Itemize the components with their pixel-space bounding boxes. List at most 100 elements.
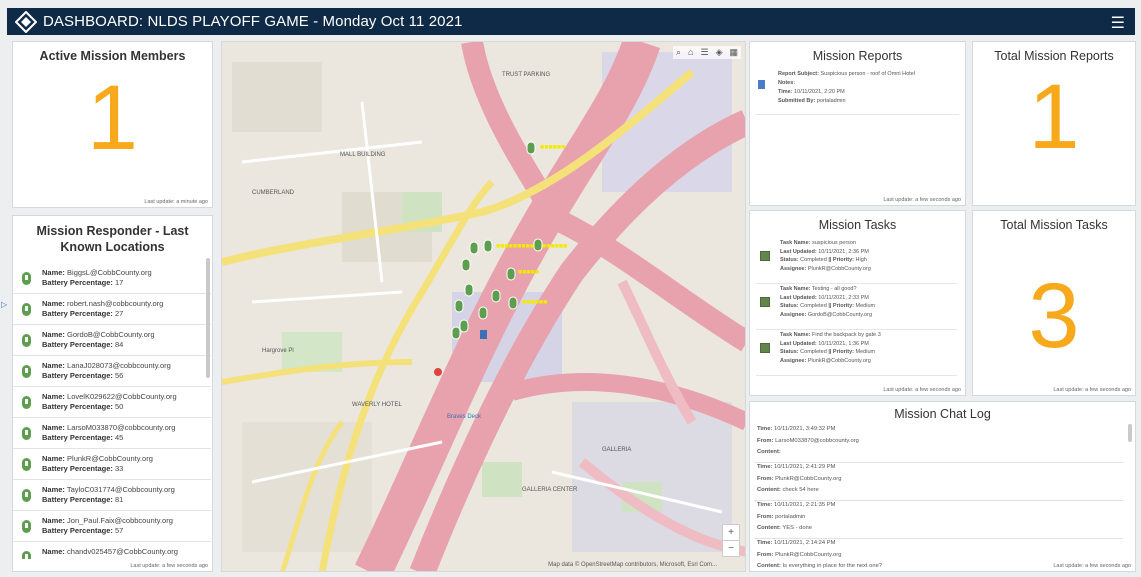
task-priority: Medium (855, 303, 876, 309)
task-updated: 10/11/2021, 2:36 PM (818, 248, 869, 255)
chat-content: Is everything in place for the next one? (782, 563, 883, 569)
battery-label: Battery Percentage: (42, 557, 113, 559)
task-item[interactable]: Task Name: Testing - all good? Last Updat… (756, 283, 957, 330)
list-item[interactable]: Name: Jon_Paul.Faix@cobbcounty.org Batter… (13, 511, 211, 542)
chat-message[interactable]: Time: 10/11/2021, 3:49:32 PM From: LarsoM… (754, 424, 1123, 463)
last-update-text: Last update: a few seconds ago (883, 387, 961, 393)
scrollbar[interactable] (206, 258, 210, 378)
last-update-text: Last update: a few seconds ago (1053, 387, 1131, 393)
task-name-label: Task Name: (780, 332, 811, 338)
chat-message[interactable]: Time: 10/11/2021, 2:21:35 PM From: portal… (754, 500, 1123, 539)
location-pin-icon (22, 550, 31, 559)
hamburger-menu-icon[interactable]: ☰ (1111, 13, 1125, 33)
last-update-text: Last update: a few seconds ago (1053, 563, 1131, 569)
battery-percentage: 84 (114, 340, 124, 349)
map-canvas[interactable]: ■■■■■■ ■■■■■■■■■ ■■■■■■ ■■■■■ ■■■■■■ (222, 42, 746, 572)
responder-name: BiggsL@CobbCounty.org (67, 268, 152, 277)
panel-title: Total Mission Reports (994, 49, 1114, 63)
task-assignee: PlunkR@CobbCounty.org (807, 357, 871, 364)
active-members-panel: Active Mission Members 1 Last update: a … (12, 41, 213, 208)
svg-text:■■■■■■■■■: ■■■■■■■■■ (496, 243, 534, 250)
chat-from-label: From: (757, 437, 774, 444)
map-label: MALL BUILDING (340, 152, 386, 158)
map-label: TRUST PARKING (502, 72, 551, 78)
location-pin-icon (22, 271, 31, 285)
list-item[interactable]: Name: LovelK029622@CobbCounty.org Battery… (13, 387, 211, 418)
task-updated-label: Last Updated: (780, 294, 817, 301)
location-pin-icon (22, 333, 31, 347)
list-item[interactable]: Name: BiggsL@CobbCounty.org Battery Perce… (13, 263, 211, 294)
svg-text:■■■■■■: ■■■■■■ (542, 243, 567, 250)
layers-icon[interactable]: ◈ (716, 47, 723, 58)
last-update-text: Last update: a few seconds ago (130, 563, 208, 569)
task-status: Completed (800, 257, 827, 263)
chat-time: 10/11/2021, 2:21:35 PM (773, 502, 836, 508)
responder-text: Name: LanaJ028073@cobbcounty.org Battery … (42, 361, 171, 381)
chat-content-label: Content: (757, 563, 781, 569)
task-assignee-label: Assignee: (780, 265, 807, 272)
list-item[interactable]: Name: chandv025457@CobbCounty.orgBattery… (13, 542, 211, 559)
responder-text: Name: BiggsL@CobbCounty.org Battery Perce… (42, 268, 152, 288)
battery-label: Battery Percentage: (42, 495, 113, 504)
battery-label: Battery Percentage: (42, 464, 113, 473)
name-label: Name: (42, 361, 65, 370)
home-icon[interactable]: ⌂ (688, 47, 693, 58)
chat-time-label: Time: (757, 426, 773, 432)
list-item[interactable]: Name: PlunkR@CobbCounty.org Battery Perce… (13, 449, 211, 480)
map-view[interactable]: ■■■■■■ ■■■■■■■■■ ■■■■■■ ■■■■■ ■■■■■■ CUM… (221, 41, 746, 572)
task-status-label: Status: (780, 303, 799, 309)
expand-arrow-icon[interactable]: ▷ (1, 300, 7, 309)
task-name: suspicious person (812, 240, 857, 246)
scrollbar[interactable] (1128, 424, 1132, 442)
report-item[interactable]: Report Subject: Suspicious person - roof… (756, 68, 959, 115)
task-item[interactable]: Task Name: suspicious person Last Updated… (756, 237, 957, 284)
panel-title: Mission Reports (812, 49, 903, 63)
zoom-out-button[interactable]: − (723, 541, 739, 556)
list-item[interactable]: Name: TayloC031774@Cobbcounty.org Battery… (13, 480, 211, 511)
task-name: Testing - all good? (811, 286, 857, 292)
task-updated-label: Last Updated: (780, 248, 817, 255)
list-item[interactable]: Name: LarsoM033870@cobbcounty.org Battery… (13, 418, 211, 449)
location-pin-icon (22, 302, 31, 316)
map-label: CUMBERLAND (252, 190, 295, 196)
list-item[interactable]: Name: LanaJ028073@cobbcounty.org Battery … (13, 356, 211, 387)
task-priority-label: || Priority: (828, 349, 855, 355)
list-item[interactable]: Name: robert.nash@cobbcounty.org Battery … (13, 294, 211, 325)
chat-time-label: Time: (757, 464, 773, 470)
svg-text:■■■■■: ■■■■■ (518, 269, 539, 276)
location-pin-icon (22, 395, 31, 409)
svg-text:■■■■■■: ■■■■■■ (540, 144, 565, 151)
battery-percentage: 33 (114, 464, 124, 473)
document-icon (758, 80, 765, 89)
task-icon (760, 297, 770, 307)
map-label: Hargrove Pl (262, 348, 294, 354)
dashboard-logo-icon (15, 10, 37, 33)
responder-list[interactable]: Name: BiggsL@CobbCounty.org Battery Perce… (13, 263, 211, 559)
task-item[interactable]: Task Name: Find the backpack by gate 3 La… (756, 329, 957, 376)
basemap-icon[interactable]: ▦ (729, 47, 738, 58)
total-tasks-panel: Total Mission Tasks 3 Last update: a few… (972, 210, 1136, 396)
search-icon[interactable]: ⌕ (676, 47, 681, 58)
name-label: Name: (42, 268, 65, 277)
responders-panel: Mission Responder - Last Known Locations… (12, 215, 213, 572)
location-pin-icon (22, 457, 31, 471)
chat-content-label: Content: (757, 487, 781, 493)
chat-from-label: From: (757, 551, 774, 558)
list-icon[interactable]: ☰ (700, 47, 708, 58)
total-reports-count: 1 (1028, 66, 1080, 168)
list-item[interactable]: Name: GordoB@CobbCounty.org Battery Perce… (13, 325, 211, 356)
chat-message[interactable]: Time: 10/11/2021, 2:41:29 PM From: PlunkR… (754, 462, 1123, 501)
task-priority-label: || Priority: (828, 303, 855, 309)
battery-percentage: 50 (114, 402, 124, 411)
chat-time-label: Time: (757, 540, 773, 546)
task-assignee: PlunkR@CobbCounty.org (807, 265, 871, 272)
dashboard-header: DASHBOARD: NLDS PLAYOFF GAME - Monday Oc… (7, 8, 1135, 35)
task-status-label: Status: (780, 257, 799, 263)
last-update-text: Last update: a minute ago (144, 199, 208, 205)
responder-text: Name: chandv025457@CobbCounty.orgBattery… (42, 547, 178, 559)
dashboard-title: DASHBOARD: NLDS PLAYOFF GAME - Monday Oc… (43, 13, 463, 30)
chat-time-label: Time: (757, 502, 773, 508)
battery-percentage: 45 (114, 433, 124, 442)
responder-name: robert.nash@cobbcounty.org (67, 299, 164, 308)
zoom-in-button[interactable]: + (723, 525, 739, 541)
